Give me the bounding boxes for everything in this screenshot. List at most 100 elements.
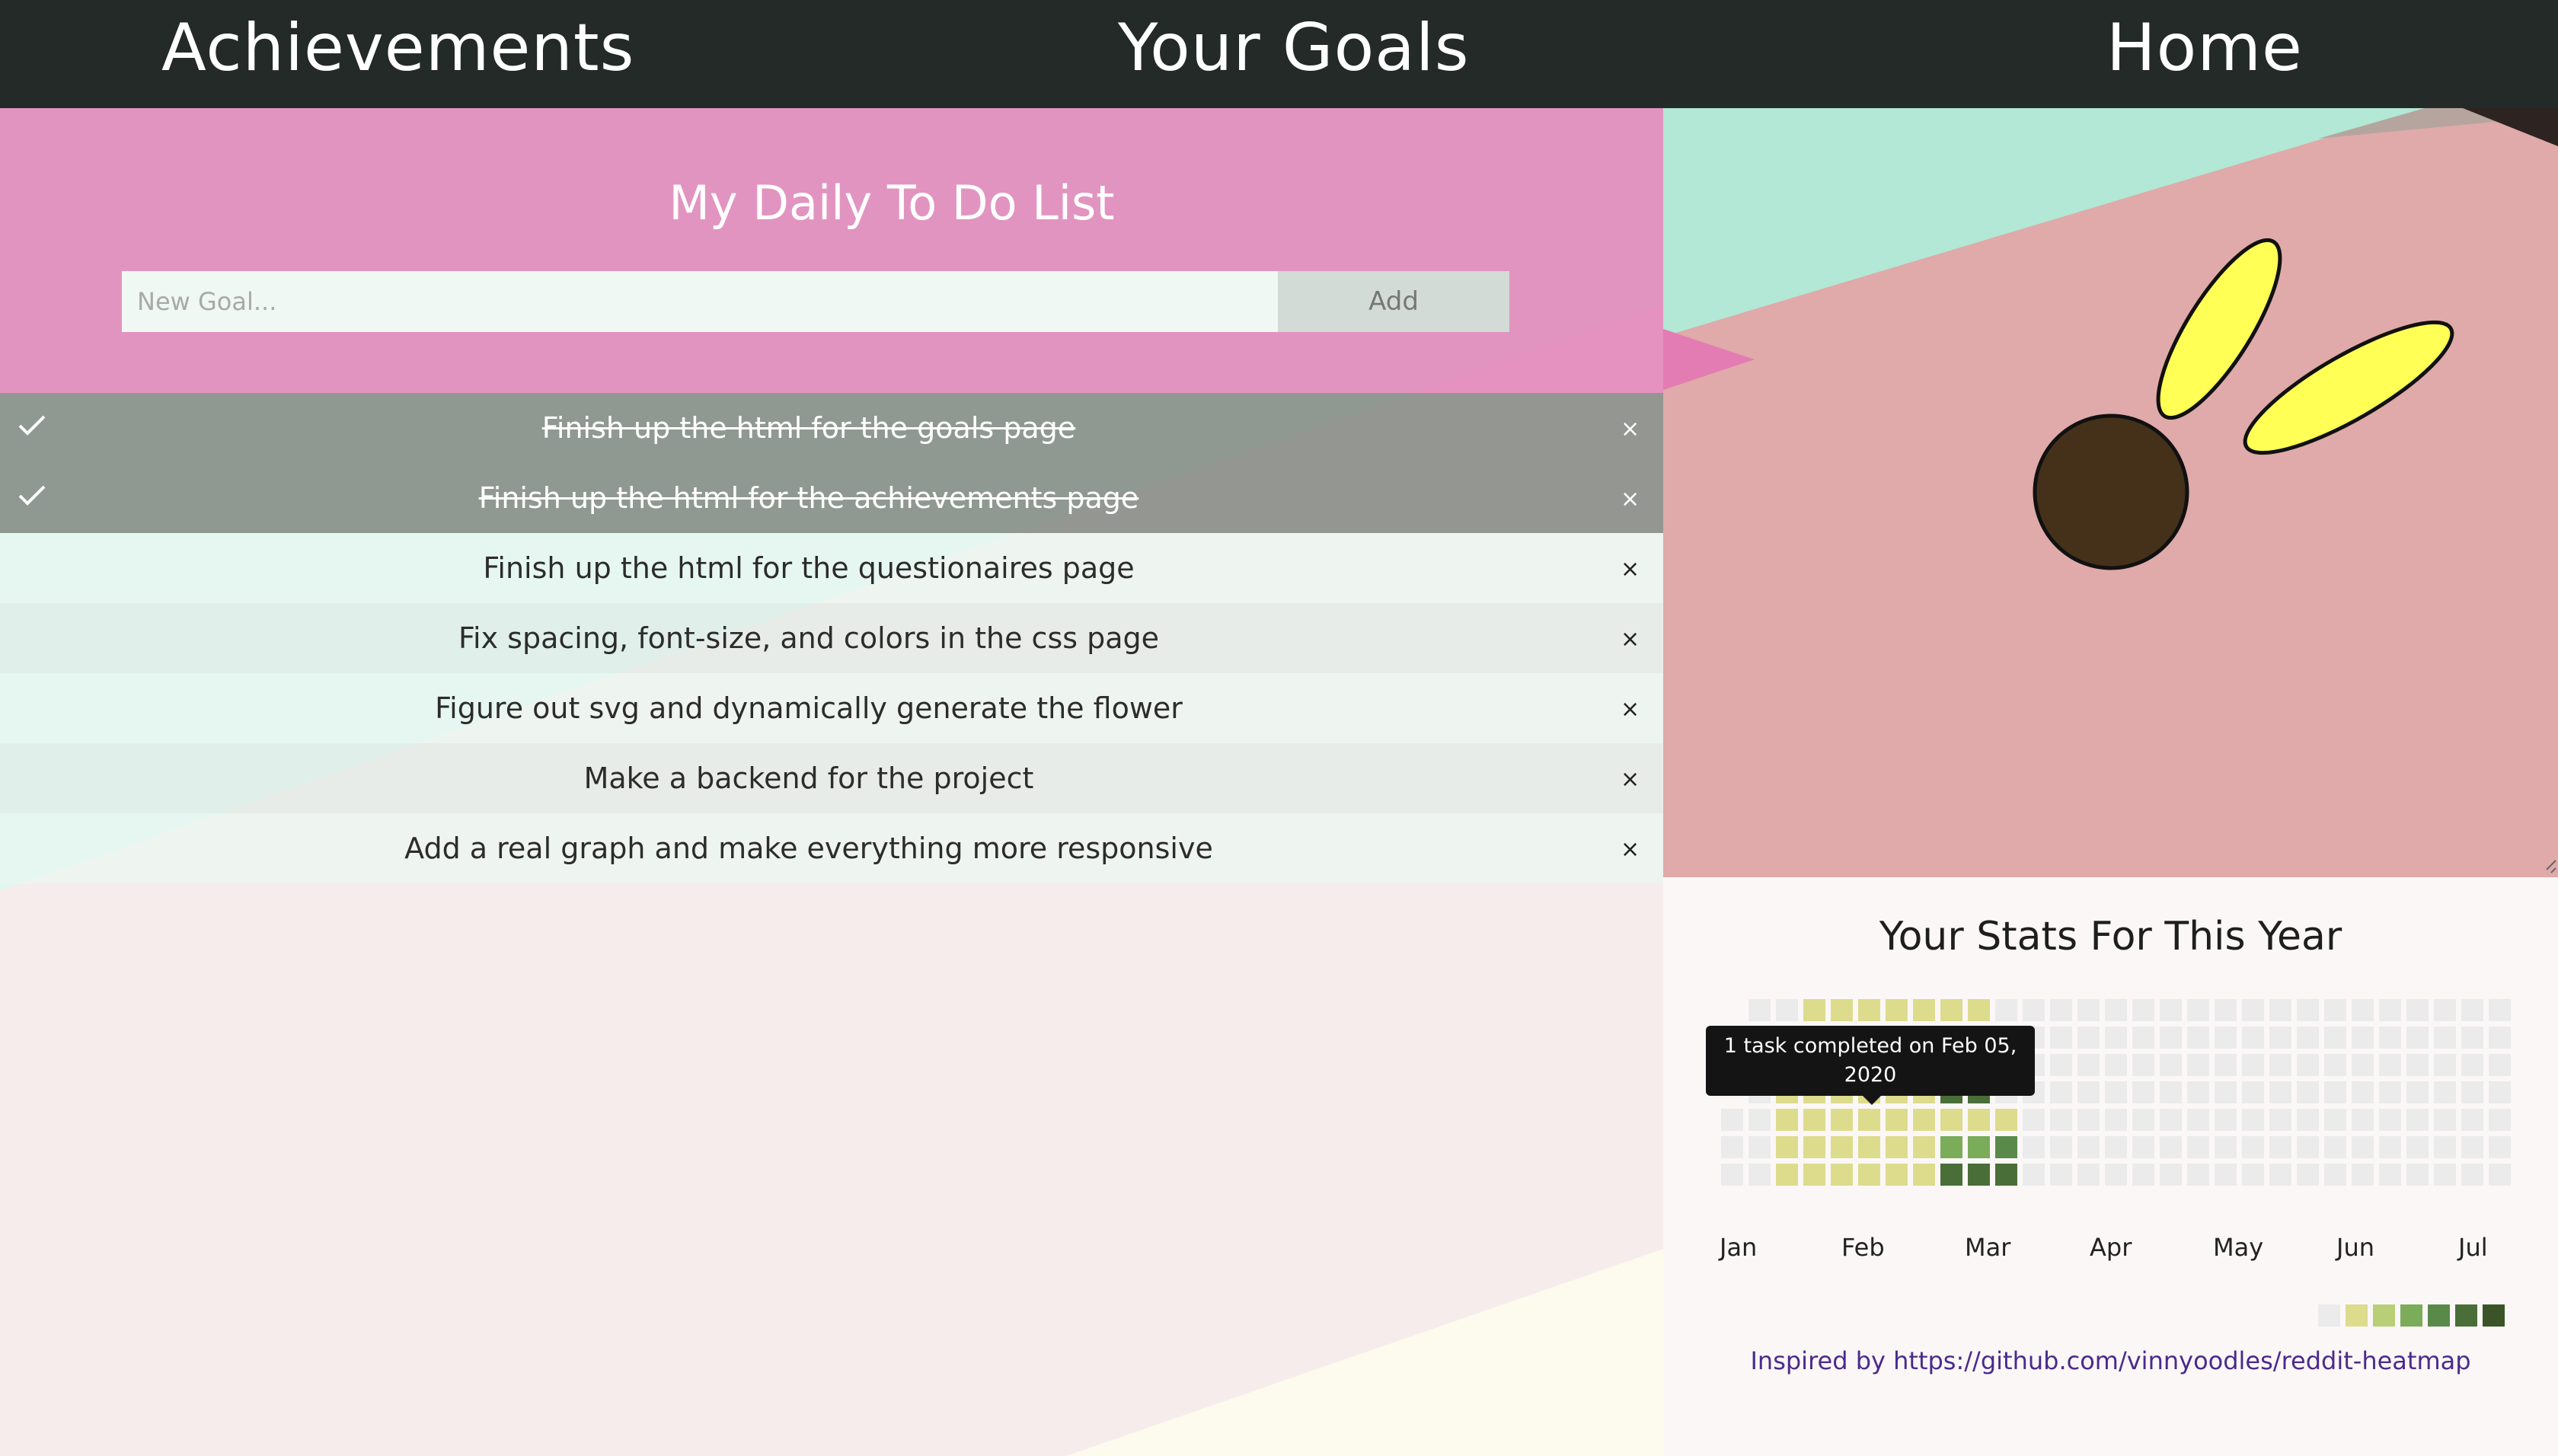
heatmap-cell[interactable] bbox=[2489, 1164, 2511, 1186]
credit-link[interactable]: Inspired by https://github.com/vinnyoodl… bbox=[1663, 1346, 2558, 1375]
heatmap-cell[interactable] bbox=[2352, 1109, 2374, 1131]
heatmap-cell[interactable] bbox=[2489, 999, 2511, 1021]
heatmap-cell[interactable] bbox=[2215, 1027, 2237, 1049]
heatmap-cell[interactable] bbox=[2050, 999, 2072, 1021]
heatmap-cell[interactable] bbox=[2242, 999, 2264, 1021]
new-goal-input[interactable] bbox=[122, 271, 1278, 332]
heatmap-cell[interactable] bbox=[2324, 1054, 2346, 1076]
heatmap-cell[interactable] bbox=[2269, 1109, 2291, 1131]
close-icon[interactable]: × bbox=[1621, 626, 1640, 653]
heatmap-cell[interactable] bbox=[2434, 1136, 2456, 1158]
heatmap-cell[interactable] bbox=[2077, 1109, 2100, 1131]
heatmap-cell[interactable] bbox=[1803, 1109, 1825, 1131]
heatmap-cell[interactable] bbox=[2324, 999, 2346, 1021]
heatmap-cell[interactable] bbox=[2187, 1081, 2209, 1103]
heatmap-cell[interactable] bbox=[1995, 1136, 2017, 1158]
heatmap-cell[interactable] bbox=[2242, 1164, 2264, 1186]
heatmap-cell[interactable] bbox=[2105, 1109, 2127, 1131]
heatmap-cell[interactable] bbox=[2324, 1081, 2346, 1103]
heatmap-cell[interactable] bbox=[2215, 999, 2237, 1021]
heatmap-cell[interactable] bbox=[2077, 999, 2100, 1021]
heatmap-cell[interactable] bbox=[1940, 1164, 1962, 1186]
heatmap-cell[interactable] bbox=[2215, 1136, 2237, 1158]
heatmap-cell[interactable] bbox=[2297, 1109, 2319, 1131]
heatmap-cell[interactable] bbox=[1858, 1136, 1880, 1158]
heatmap-cell[interactable] bbox=[2489, 1081, 2511, 1103]
heatmap-cell[interactable] bbox=[2269, 999, 2291, 1021]
heatmap-cell[interactable] bbox=[2352, 1136, 2374, 1158]
heatmap-cell[interactable] bbox=[2406, 1136, 2429, 1158]
heatmap-cell[interactable] bbox=[2489, 1027, 2511, 1049]
heatmap-cell[interactable] bbox=[2215, 1109, 2237, 1131]
heatmap-cell[interactable] bbox=[2297, 1027, 2319, 1049]
heatmap-cell[interactable] bbox=[1858, 1164, 1880, 1186]
heatmap-cell[interactable] bbox=[2187, 1027, 2209, 1049]
heatmap-cell[interactable] bbox=[1858, 999, 1880, 1021]
heatmap-cell[interactable] bbox=[2297, 1081, 2319, 1103]
heatmap-cell[interactable] bbox=[2434, 1054, 2456, 1076]
heatmap-cell[interactable] bbox=[1748, 1109, 1771, 1131]
heatmap-cell[interactable] bbox=[1968, 999, 1990, 1021]
nav-home-link[interactable]: Home bbox=[2106, 0, 2303, 108]
heatmap-cell[interactable] bbox=[1831, 1164, 1853, 1186]
heatmap-cell[interactable] bbox=[2023, 1164, 2045, 1186]
heatmap-cell[interactable] bbox=[1803, 999, 1825, 1021]
heatmap-cell[interactable] bbox=[2050, 1164, 2072, 1186]
heatmap-cell[interactable] bbox=[1940, 999, 1962, 1021]
heatmap-cell[interactable] bbox=[2105, 1054, 2127, 1076]
heatmap-cell[interactable] bbox=[1995, 1164, 2017, 1186]
heatmap-cell[interactable] bbox=[2077, 1054, 2100, 1076]
heatmap-cell[interactable] bbox=[2379, 1164, 2401, 1186]
heatmap-cell[interactable] bbox=[2187, 1164, 2209, 1186]
heatmap-cell[interactable] bbox=[2187, 1109, 2209, 1131]
heatmap-cell[interactable] bbox=[2324, 1164, 2346, 1186]
heatmap-cell[interactable] bbox=[1968, 1164, 1990, 1186]
heatmap-cell[interactable] bbox=[2489, 1054, 2511, 1076]
heatmap-cell[interactable] bbox=[2434, 1027, 2456, 1049]
close-icon[interactable]: × bbox=[1621, 696, 1640, 723]
heatmap-cell[interactable] bbox=[1776, 1136, 1798, 1158]
nav-your-goals-link[interactable]: Your Goals bbox=[1118, 0, 1470, 108]
heatmap-cell[interactable] bbox=[2324, 1136, 2346, 1158]
heatmap-cell[interactable] bbox=[2050, 1136, 2072, 1158]
heatmap-cell[interactable] bbox=[1913, 1109, 1935, 1131]
heatmap-cell[interactable] bbox=[2434, 1081, 2456, 1103]
heatmap-cell[interactable] bbox=[2324, 1027, 2346, 1049]
heatmap-cell[interactable] bbox=[1913, 1164, 1935, 1186]
heatmap-cell[interactable] bbox=[2050, 1081, 2072, 1103]
heatmap-cell[interactable] bbox=[2379, 1109, 2401, 1131]
heatmap-cell[interactable] bbox=[1803, 1164, 1825, 1186]
heatmap-cell[interactable] bbox=[1995, 999, 2017, 1021]
heatmap-cell[interactable] bbox=[2406, 1164, 2429, 1186]
heatmap-cell[interactable] bbox=[2215, 1054, 2237, 1076]
heatmap-cell[interactable] bbox=[1940, 1136, 1962, 1158]
heatmap-cell[interactable] bbox=[1748, 1164, 1771, 1186]
heatmap-cell[interactable] bbox=[2023, 1136, 2045, 1158]
heatmap-cell[interactable] bbox=[2160, 1027, 2182, 1049]
heatmap-cell[interactable] bbox=[2489, 1109, 2511, 1131]
heatmap-cell[interactable] bbox=[2352, 999, 2374, 1021]
heatmap-cell[interactable] bbox=[2050, 1054, 2072, 1076]
heatmap-cell[interactable] bbox=[2187, 1054, 2209, 1076]
heatmap-cell[interactable] bbox=[2461, 999, 2483, 1021]
heatmap-cell[interactable] bbox=[1803, 1136, 1825, 1158]
heatmap-cell[interactable] bbox=[1913, 1136, 1935, 1158]
heatmap-cell[interactable] bbox=[2269, 1164, 2291, 1186]
heatmap-cell[interactable] bbox=[2160, 999, 2182, 1021]
task-row[interactable]: Add a real graph and make everything mor… bbox=[0, 813, 1663, 883]
task-row[interactable]: Make a backend for the project × bbox=[0, 743, 1663, 813]
heatmap-cell[interactable] bbox=[1776, 1109, 1798, 1131]
heatmap-cell[interactable] bbox=[2187, 999, 2209, 1021]
heatmap-cell[interactable] bbox=[1886, 1164, 1908, 1186]
heatmap-cell[interactable] bbox=[1721, 1164, 1743, 1186]
heatmap-cell[interactable] bbox=[1776, 999, 1798, 1021]
task-row[interactable]: Fix spacing, font-size, and colors in th… bbox=[0, 603, 1663, 673]
close-icon[interactable]: × bbox=[1621, 416, 1640, 442]
heatmap-cell[interactable] bbox=[2160, 1136, 2182, 1158]
heatmap-cell[interactable] bbox=[2269, 1027, 2291, 1049]
heatmap-cell[interactable] bbox=[2160, 1109, 2182, 1131]
heatmap-cell[interactable] bbox=[2269, 1136, 2291, 1158]
heatmap-cell[interactable] bbox=[2105, 1027, 2127, 1049]
heatmap-cell[interactable] bbox=[2215, 1081, 2237, 1103]
heatmap-cell[interactable] bbox=[2132, 1109, 2154, 1131]
